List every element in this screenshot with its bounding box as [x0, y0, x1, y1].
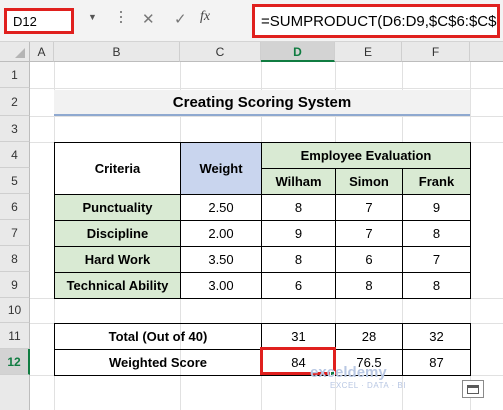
row-header-9[interactable]: 9 — [0, 272, 30, 298]
row-header-1[interactable]: 1 — [0, 62, 30, 88]
chevron-down-icon[interactable]: ▼ — [88, 12, 97, 22]
row-header-12[interactable]: 12 — [0, 349, 30, 375]
column-header-b[interactable]: B — [54, 42, 180, 62]
row-header-10[interactable]: 10 — [0, 298, 30, 323]
score-cell[interactable]: 6 — [261, 272, 336, 299]
score-cell[interactable]: 9 — [402, 194, 471, 221]
column-header-d[interactable]: D — [261, 42, 335, 62]
criteria-cell[interactable]: Technical Ability — [54, 272, 181, 299]
enter-icon[interactable]: ✓ — [174, 10, 187, 28]
weighted-score-cell[interactable]: 87 — [402, 349, 471, 376]
total-cell[interactable]: 32 — [402, 323, 471, 350]
watermark-tagline: EXCEL · DATA · BI — [330, 381, 406, 390]
score-cell[interactable]: 7 — [335, 220, 403, 247]
score-cell[interactable]: 8 — [402, 220, 471, 247]
quick-analysis-icon[interactable] — [462, 380, 484, 398]
total-cell[interactable]: 31 — [261, 323, 336, 350]
weighted-score-label[interactable]: Weighted Score — [54, 349, 262, 376]
employee-header-wilham[interactable]: Wilham — [261, 168, 336, 195]
employee-header-frank[interactable]: Frank — [402, 168, 471, 195]
row-header-8[interactable]: 8 — [0, 246, 30, 272]
insert-function-icon[interactable]: fx — [200, 9, 210, 25]
criteria-cell[interactable]: Punctuality — [54, 194, 181, 221]
score-cell[interactable]: 7 — [335, 194, 403, 221]
select-all-icon — [15, 48, 25, 58]
score-cell[interactable]: 6 — [335, 246, 403, 273]
watermark-logo: exceldemy — [310, 364, 387, 381]
evaluation-table: Criteria Weight Employee Evaluation Wilh… — [54, 142, 471, 299]
score-cell[interactable]: 8 — [261, 194, 336, 221]
row-header-4[interactable]: 4 — [0, 142, 30, 168]
column-header-f[interactable]: F — [402, 42, 470, 62]
score-cell[interactable]: 8 — [261, 246, 336, 273]
column-header-c[interactable]: C — [180, 42, 261, 62]
row-header-3[interactable]: 3 — [0, 116, 30, 142]
total-cell[interactable]: 28 — [335, 323, 403, 350]
employee-evaluation-header[interactable]: Employee Evaluation — [261, 142, 471, 169]
weight-cell[interactable]: 3.50 — [180, 246, 262, 273]
drag-handle-icon[interactable] — [120, 8, 124, 30]
criteria-cell[interactable]: Discipline — [54, 220, 181, 247]
employee-header-simon[interactable]: Simon — [335, 168, 403, 195]
score-cell[interactable]: 8 — [402, 272, 471, 299]
score-cell[interactable]: 8 — [335, 272, 403, 299]
column-header-g[interactable] — [470, 42, 503, 62]
score-cell[interactable]: 7 — [402, 246, 471, 273]
score-cell[interactable]: 9 — [261, 220, 336, 247]
criteria-cell[interactable]: Hard Work — [54, 246, 181, 273]
formula-input[interactable]: =SUMPRODUCT(D6:D9,$C$6:$C$9) — [252, 4, 500, 38]
name-box[interactable]: D12 — [4, 8, 74, 34]
row-header-11[interactable]: 11 — [0, 323, 30, 349]
weight-cell[interactable]: 2.50 — [180, 194, 262, 221]
weight-cell[interactable]: 2.00 — [180, 220, 262, 247]
weight-cell[interactable]: 3.00 — [180, 272, 262, 299]
row-header-2[interactable]: 2 — [0, 88, 30, 116]
cancel-icon[interactable]: ✕ — [142, 10, 155, 28]
criteria-header[interactable]: Criteria — [54, 142, 181, 195]
total-label[interactable]: Total (Out of 40) — [54, 323, 262, 350]
formula-bar: D12 ▼ ✕ ✓ fx =SUMPRODUCT(D6:D9,$C$6:$C$9… — [0, 0, 503, 42]
row-header-13[interactable] — [0, 375, 30, 410]
page-title: Creating Scoring System — [54, 90, 470, 116]
weight-header[interactable]: Weight — [180, 142, 262, 195]
column-header-e[interactable]: E — [335, 42, 402, 62]
row-header-5[interactable]: 5 — [0, 168, 30, 194]
row-header-6[interactable]: 6 — [0, 194, 30, 220]
row-header-7[interactable]: 7 — [0, 220, 30, 246]
column-header-a[interactable]: A — [30, 42, 54, 62]
